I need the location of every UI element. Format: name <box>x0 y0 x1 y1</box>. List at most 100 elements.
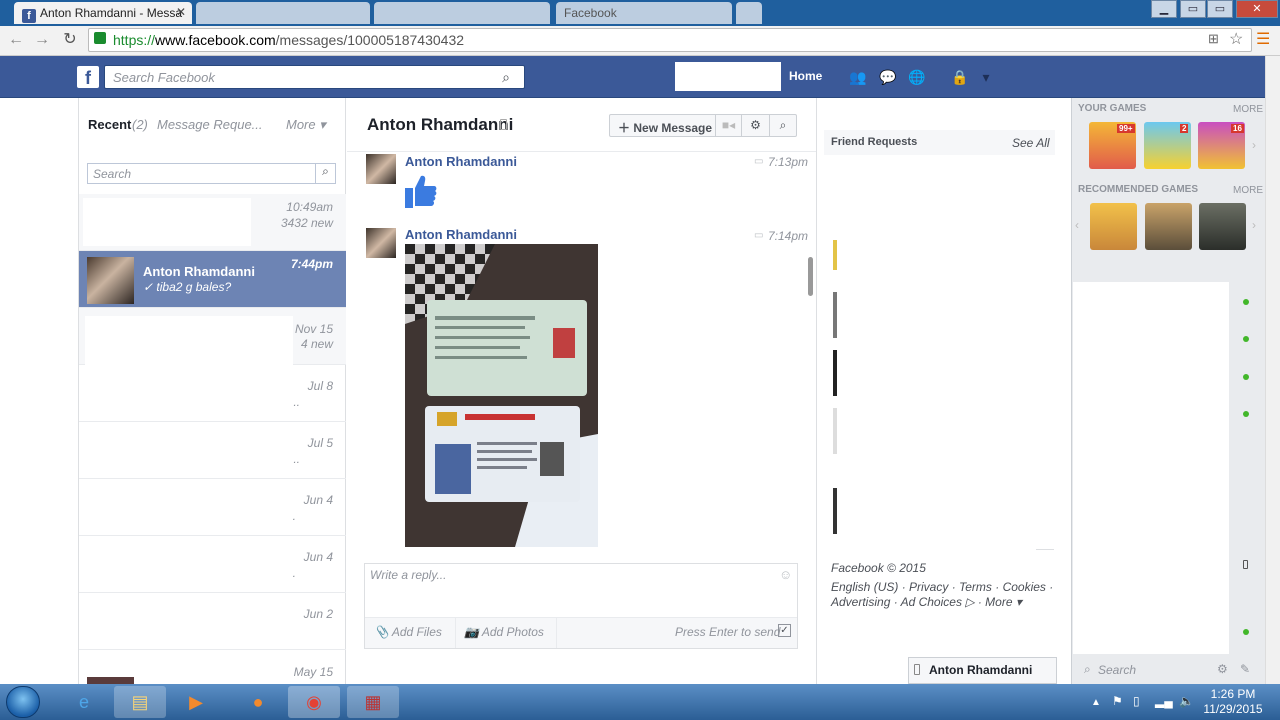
reload-icon[interactable]: ↻ <box>60 30 80 50</box>
new-tab-button[interactable] <box>736 2 762 24</box>
translate-icon[interactable]: ⊞ <box>1208 31 1219 47</box>
thread-item[interactable]: Nov 15 4 new <box>79 308 346 365</box>
online-status-dot <box>1243 411 1249 417</box>
search-icon[interactable]: ⌕ <box>315 164 335 183</box>
gear-icon[interactable]: ⚙ <box>1217 662 1228 676</box>
message-photo[interactable] <box>405 244 598 547</box>
press-enter-checkbox[interactable]: ✓ <box>778 624 791 637</box>
video-call-icon[interactable]: ■◂ <box>716 115 742 136</box>
recommended-games-more-link[interactable]: MORE <box>1233 185 1263 196</box>
home-link[interactable]: Home <box>789 69 822 83</box>
url-path: /messages/100005187430432 <box>275 32 465 48</box>
thread-snippet: .. <box>293 452 300 466</box>
game-tile[interactable] <box>1199 203 1246 250</box>
message-sender[interactable]: Anton Rhamdanni <box>405 154 517 169</box>
search-icon[interactable]: ⌕ <box>770 115 796 136</box>
tab-title: Facebook <box>564 6 617 20</box>
account-menu-chevron-icon[interactable]: ▾ <box>976 69 996 85</box>
close-tab-icon[interactable]: ✕ <box>176 5 186 19</box>
chat-contact-list <box>1073 282 1229 654</box>
see-all-link[interactable]: See All <box>1012 136 1050 150</box>
back-arrow-icon[interactable]: ← <box>6 30 26 50</box>
power-icon[interactable]: ▯ <box>1133 694 1140 708</box>
emoji-icon[interactable]: ☺ <box>779 567 792 582</box>
action-center-flag-icon[interactable]: ⚑ <box>1112 694 1123 708</box>
bookmark-star-icon[interactable]: ☆ <box>1229 29 1243 49</box>
browser-tab-2[interactable] <box>196 2 370 24</box>
more-dropdown[interactable]: More ▾ <box>286 117 326 133</box>
thread-item[interactable]: Jul 5 .. <box>79 422 346 479</box>
conversation-scrollbar[interactable] <box>808 257 813 296</box>
show-hidden-icons[interactable]: ▲ <box>1091 697 1101 708</box>
thread-item[interactable]: 10:49am 3432 new <box>79 194 346 251</box>
clock-time: 1:26 PM <box>1210 687 1256 701</box>
avatar <box>87 677 134 684</box>
online-status-dot <box>1243 629 1249 635</box>
facebook-search-input[interactable]: Search Facebook <box>104 65 525 89</box>
media-player-icon[interactable]: ▶ <box>170 686 222 718</box>
facebook-favicon-icon: f <box>22 9 36 23</box>
firefox-icon[interactable]: ● <box>232 686 284 718</box>
message-sender[interactable]: Anton Rhamdanni <box>405 227 517 242</box>
avatar[interactable] <box>366 154 396 184</box>
chevron-right-icon[interactable]: › <box>1252 138 1256 152</box>
facebook-logo-icon[interactable]: f <box>77 66 99 88</box>
thread-item[interactable]: May 15 <box>79 650 346 684</box>
divider <box>455 618 456 648</box>
recent-count: (2) <box>132 117 148 132</box>
friend-request-thumbnail <box>833 292 837 338</box>
maximize-icon[interactable]: ▭ <box>1207 0 1233 18</box>
footer-links[interactable]: English (US) · Privacy · Terms · Cookies… <box>831 580 1061 610</box>
thread-item[interactable]: Jun 4 . <box>79 536 346 593</box>
add-files-button[interactable]: 📎 Add Files <box>374 625 442 639</box>
chat-tab-name: Anton Rhamdanni <box>929 663 1033 677</box>
page-scrollbar[interactable] <box>1265 56 1280 684</box>
chat-tab[interactable]: Anton Rhamdanni <box>908 657 1057 684</box>
chrome-icon[interactable]: ◉ <box>288 686 340 718</box>
gear-icon[interactable]: ⚙ <box>742 115 770 136</box>
compose-icon[interactable]: ✎ <box>1240 662 1250 676</box>
thread-item[interactable]: Jul 8 .. <box>79 365 346 422</box>
thread-item[interactable]: Jun 4 . <box>79 479 346 536</box>
game-tile[interactable] <box>1090 203 1137 250</box>
thread-item-active[interactable]: Anton Rhamdanni ✓ tiba2 g bales? 7:44pm <box>79 251 346 308</box>
chevron-left-icon[interactable]: ‹ <box>1075 218 1079 232</box>
app-icon[interactable]: ▦ <box>347 686 399 718</box>
avatar[interactable] <box>366 228 396 258</box>
your-games-more-link[interactable]: MORE <box>1233 104 1263 115</box>
file-explorer-icon[interactable]: ▤ <box>114 686 166 718</box>
windows-start-icon[interactable] <box>6 686 40 718</box>
new-message-button[interactable]: ＋ New Message <box>610 115 716 136</box>
search-icon[interactable]: ⌕ <box>488 66 524 88</box>
thread-time: Jul 8 <box>307 379 333 393</box>
reply-input[interactable]: Write a reply... <box>370 568 446 582</box>
recent-tab[interactable]: Recent <box>88 117 131 132</box>
browser-tab-active[interactable]: f Anton Rhamdanni - Messa ✕ <box>14 2 192 24</box>
system-clock[interactable]: 1:26 PM 11/29/2015 <box>1203 687 1263 717</box>
restore-down-icon[interactable]: ▭ <box>1180 0 1206 18</box>
browser-tab-4[interactable]: Facebook <box>556 2 732 24</box>
minimize-icon[interactable]: ▁ <box>1151 0 1177 18</box>
browser-tab-3[interactable] <box>374 2 550 24</box>
network-signal-icon[interactable]: ▂▄ <box>1155 694 1173 708</box>
game-tile[interactable] <box>1145 203 1192 250</box>
thread-item[interactable]: Jun 2 <box>79 593 346 650</box>
url-field[interactable]: https://www.facebook.com/messages/100005… <box>88 28 1252 52</box>
notifications-globe-icon[interactable]: 🌐 <box>907 69 927 85</box>
profile-link[interactable] <box>675 62 781 91</box>
privacy-shortcuts-icon[interactable]: 🔒 <box>950 69 970 85</box>
window-close-icon[interactable]: ✕ <box>1236 0 1278 18</box>
add-photos-button[interactable]: 📷 Add Photos <box>464 625 544 639</box>
messages-icon[interactable]: 💬 <box>878 69 898 85</box>
forward-arrow-icon[interactable]: → <box>32 30 52 50</box>
chrome-menu-icon[interactable]: ☰ <box>1256 29 1270 49</box>
volume-icon[interactable]: 🔈 <box>1179 694 1194 708</box>
internet-explorer-icon[interactable]: e <box>58 686 110 718</box>
friend-requests-icon[interactable]: 👥 <box>848 69 868 85</box>
chevron-right-icon[interactable]: › <box>1252 218 1256 232</box>
game-badge: 16 <box>1231 124 1244 133</box>
thread-search-input[interactable]: Search <box>87 163 336 184</box>
message-requests-tab[interactable]: Message Reque... <box>157 117 263 132</box>
friend-request-thumbnail <box>833 408 837 454</box>
chat-search-input[interactable]: Search <box>1098 663 1136 677</box>
